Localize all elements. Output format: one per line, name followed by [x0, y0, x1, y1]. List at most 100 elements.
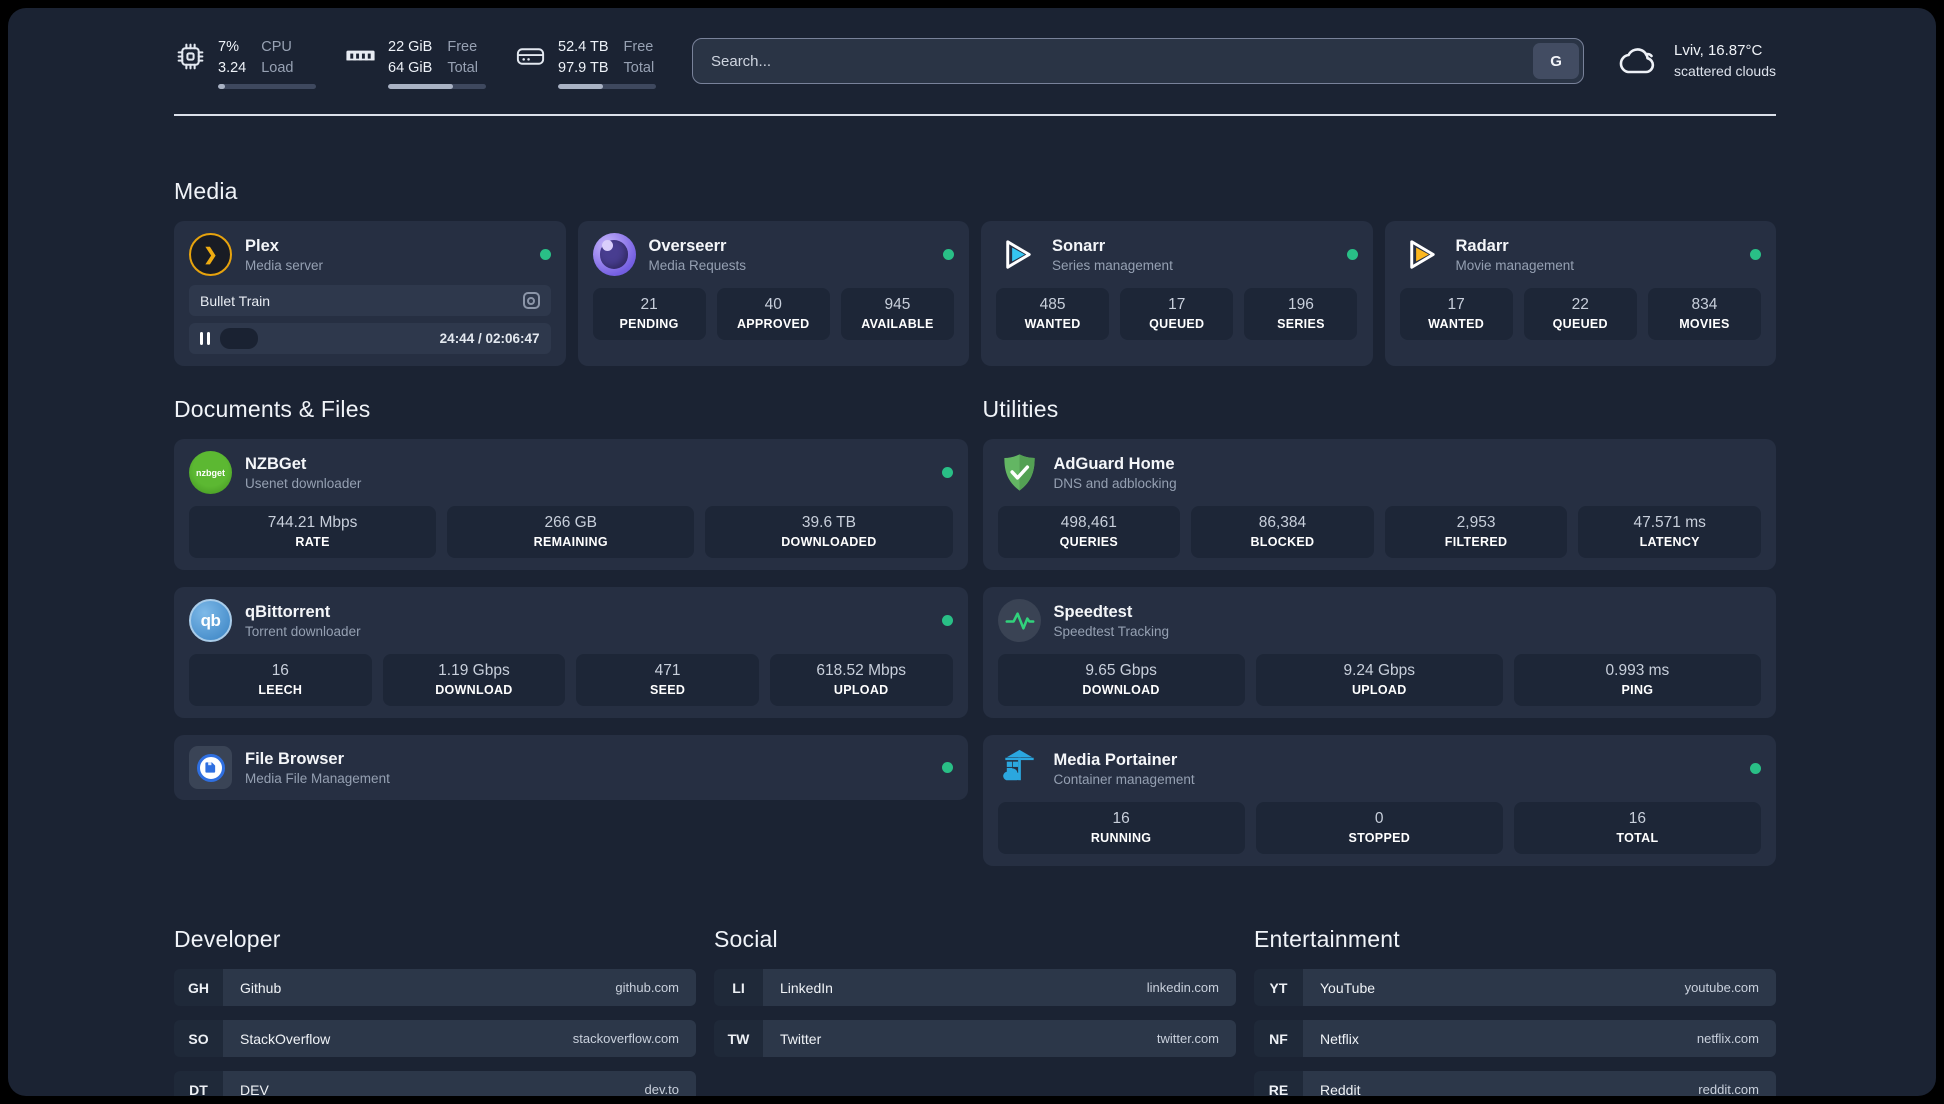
cpu-progress-bar: [218, 83, 316, 89]
link-youtube[interactable]: YT YouTube youtube.com: [1254, 969, 1776, 1006]
app-name: AdGuard Home: [1053, 454, 1175, 473]
stat-pill: 0.993 ms PING: [1513, 654, 1761, 706]
disk-total-value: 97.9 TB: [558, 59, 609, 76]
link-url: netflix.com: [1696, 1031, 1759, 1046]
section-title-developer: Developer: [174, 926, 281, 952]
link-url: dev.to: [644, 1082, 679, 1096]
app-subtitle: Series management: [1052, 258, 1173, 274]
app-subtitle: Media server: [245, 258, 324, 274]
search-engine-button[interactable]: G: [1533, 43, 1580, 79]
link-url: reddit.com: [1698, 1082, 1759, 1096]
portainer-icon: [998, 747, 1041, 790]
card-sonarr[interactable]: Sonarr Series management 485 WANTED 17 Q…: [981, 221, 1373, 366]
status-dot: [1750, 763, 1761, 774]
link-url: twitter.com: [1156, 1031, 1219, 1046]
stat-pill: 834 MOVIES: [1647, 288, 1761, 340]
link-dev[interactable]: DT DEV dev.to: [174, 1071, 696, 1096]
card-media-portainer[interactable]: Media Portainer Container management 16 …: [982, 735, 1776, 866]
disk-free-value: 52.4 TB: [558, 39, 609, 56]
link-name: Github: [240, 979, 282, 996]
adguard-icon: [998, 451, 1041, 494]
stat-pill: 39.6 TB DOWNLOADED: [705, 506, 953, 558]
app-name: Media Portainer: [1053, 750, 1178, 769]
app-subtitle: Container management: [1053, 772, 1195, 788]
pause-icon[interactable]: [200, 332, 211, 345]
status-dot: [941, 467, 953, 478]
section-entertainment: Entertainment YT YouTube youtube.com NF …: [1254, 926, 1776, 1096]
search-input[interactable]: [692, 38, 1585, 84]
header-divider: [174, 114, 1776, 116]
link-twitter[interactable]: TW Twitter twitter.com: [714, 1020, 1236, 1057]
link-name: DEV: [240, 1081, 269, 1097]
stat-pill: 744.21 Mbps RATE: [189, 506, 437, 558]
card-overseerr[interactable]: Overseerr Media Requests 21 PENDING 40 A…: [577, 221, 969, 366]
window-frame: 7% 3.24 CPU Load 22 GiB 64 GiB Free Tota…: [0, 0, 1944, 1104]
section-title-entertainment: Entertainment: [1254, 926, 1400, 952]
card-adguard-home[interactable]: AdGuard Home DNS and adblocking 498,461 …: [982, 439, 1776, 570]
link-prefix: GH: [174, 969, 223, 1006]
link-github[interactable]: GH Github github.com: [174, 969, 696, 1006]
link-url: stackoverflow.com: [572, 1031, 679, 1046]
link-linkedin[interactable]: LI LinkedIn linkedin.com: [714, 969, 1236, 1006]
card-nzbget[interactable]: nzbget NZBGet Usenet downloader 744.21 M…: [174, 439, 968, 570]
stat-pill: 16 LEECH: [189, 654, 372, 706]
status-dot: [539, 249, 551, 260]
ram-free-value: 22 GiB: [388, 39, 433, 56]
stat-pill: 945 AVAILABLE: [840, 288, 954, 340]
status-dot: [941, 762, 953, 773]
card-speedtest[interactable]: Speedtest Speedtest Tracking 9.65 Gbps D…: [982, 587, 1776, 718]
stat-pill: 618.52 Mbps UPLOAD: [769, 654, 953, 706]
cpu-stat: 7% 3.24 CPU Load: [174, 37, 316, 89]
cpu-load-value: 3.24: [218, 59, 247, 76]
playback-time: 24:44 / 02:06:47: [439, 331, 540, 346]
cpu-icon: [177, 43, 204, 70]
ram-total-value: 64 GiB: [388, 59, 433, 76]
link-name: Twitter: [780, 1030, 822, 1047]
nzbget-icon: nzbget: [189, 451, 232, 494]
memory-stat: 22 GiB 64 GiB Free Total: [344, 37, 486, 89]
link-url: github.com: [615, 980, 679, 995]
card-file-browser[interactable]: File Browser Media File Management: [174, 735, 968, 800]
section-title-media: Media: [174, 178, 238, 204]
card-qbittorrent[interactable]: qb qBittorrent Torrent downloader 16 LEE…: [174, 587, 968, 718]
app-name: Speedtest: [1053, 602, 1133, 621]
link-netflix[interactable]: NF Netflix netflix.com: [1254, 1020, 1776, 1057]
app-subtitle: Media Requests: [648, 258, 747, 274]
app-name: Overseerr: [648, 236, 727, 255]
radarr-icon: [1400, 233, 1443, 276]
stat-pill: 0 STOPPED: [1255, 802, 1503, 854]
link-prefix: TW: [714, 1020, 763, 1057]
section-title-social: Social: [714, 926, 778, 952]
weather-condition: scattered clouds: [1674, 62, 1776, 79]
ram-total-label: Total: [447, 59, 478, 76]
cloud-icon: [1619, 48, 1655, 74]
stat-pill: 2,953 FILTERED: [1384, 506, 1568, 558]
disk-total-label: Total: [623, 59, 655, 76]
stat-pill: 485 WANTED: [996, 288, 1110, 340]
link-url: youtube.com: [1684, 980, 1759, 995]
link-reddit[interactable]: RE Reddit reddit.com: [1254, 1071, 1776, 1096]
link-prefix: YT: [1254, 969, 1303, 1006]
link-name: StackOverflow: [240, 1030, 331, 1047]
app-subtitle: Usenet downloader: [245, 476, 362, 492]
playback-progress-bar: [220, 323, 429, 354]
speedtest-icon: [997, 599, 1041, 642]
filebrowser-icon: [189, 746, 232, 789]
stat-pill: 266 GB REMAINING: [447, 506, 695, 558]
stat-pill: 9.24 Gbps UPLOAD: [1255, 654, 1503, 706]
status-dot: [1346, 249, 1358, 260]
card-plex[interactable]: ❯ Plex Media server Bullet Train 24:44 /…: [174, 221, 566, 366]
card-radarr[interactable]: Radarr Movie management 17 WANTED 22 QUE…: [1384, 221, 1776, 366]
section-media: Media ❯ Plex Media server Bullet Train 2…: [174, 178, 1776, 366]
stat-pill: 1.19 Gbps DOWNLOAD: [382, 654, 566, 706]
link-stackoverflow[interactable]: SO StackOverflow stackoverflow.com: [174, 1020, 696, 1057]
weather-location: Lviv, 16.87°C: [1674, 42, 1763, 60]
sonarr-icon: [996, 233, 1039, 276]
weather-widget: Lviv, 16.87°C scattered clouds: [1614, 41, 1776, 80]
app-subtitle: Media File Management: [245, 771, 390, 787]
ram-progress-fill: [388, 83, 453, 89]
disk-free-label: Free: [623, 39, 654, 56]
section-developer: Developer GH Github github.com SO StackO…: [174, 926, 696, 1096]
ram-free-label: Free: [447, 39, 478, 56]
overseerr-icon: [592, 233, 636, 276]
